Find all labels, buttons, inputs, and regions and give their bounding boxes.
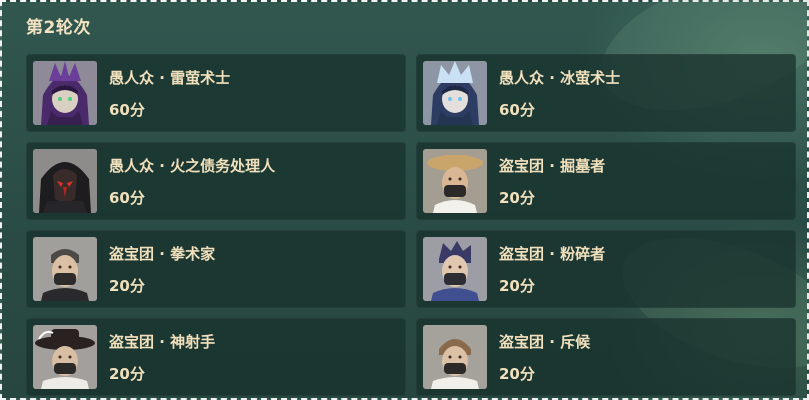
electro-cicin-mage-portrait xyxy=(33,61,97,125)
enemy-score: 20分 xyxy=(499,365,535,383)
enemy-score: 60分 xyxy=(109,101,145,119)
enemy-card[interactable]: 盗宝团 · 拳术家 20分 xyxy=(26,230,406,308)
enemy-card[interactable]: 盗宝团 · 神射手 20分 xyxy=(26,318,406,396)
enemy-name: 盗宝团 · 神射手 xyxy=(109,333,216,351)
pugilist-portrait xyxy=(33,237,97,301)
round-title: 第2轮次 xyxy=(26,18,91,38)
enemy-score: 60分 xyxy=(109,189,145,207)
enemy-name: 愚人众 · 雷萤术士 xyxy=(109,69,231,87)
enemy-name: 盗宝团 · 斥候 xyxy=(499,333,591,351)
round-panel: 第2轮次 愚人众 · 雷萤术士 60分 愚人众 · 冰萤术士 60分 愚人众 ·… xyxy=(0,0,809,400)
enemy-score: 20分 xyxy=(109,365,145,383)
cryo-cicin-mage-portrait xyxy=(423,61,487,125)
enemy-card[interactable]: 盗宝团 · 掘墓者 20分 xyxy=(416,142,796,220)
crusher-portrait xyxy=(423,237,487,301)
enemy-card[interactable]: 盗宝团 · 粉碎者 20分 xyxy=(416,230,796,308)
enemy-name: 愚人众 · 火之债务处理人 xyxy=(109,157,276,175)
enemy-name: 盗宝团 · 粉碎者 xyxy=(499,245,606,263)
marksman-portrait xyxy=(33,325,97,389)
enemy-score: 20分 xyxy=(499,277,535,295)
pyro-agent-portrait xyxy=(33,149,97,213)
enemy-card[interactable]: 愚人众 · 冰萤术士 60分 xyxy=(416,54,796,132)
enemy-name: 盗宝团 · 拳术家 xyxy=(109,245,216,263)
enemy-score: 60分 xyxy=(499,101,535,119)
enemy-name: 盗宝团 · 掘墓者 xyxy=(499,157,606,175)
enemy-card[interactable]: 愚人众 · 雷萤术士 60分 xyxy=(26,54,406,132)
gravedigger-portrait xyxy=(423,149,487,213)
enemy-card[interactable]: 盗宝团 · 斥候 20分 xyxy=(416,318,796,396)
enemy-score: 20分 xyxy=(499,189,535,207)
scout-portrait xyxy=(423,325,487,389)
enemy-score: 20分 xyxy=(109,277,145,295)
enemy-name: 愚人众 · 冰萤术士 xyxy=(499,69,621,87)
enemy-card[interactable]: 愚人众 · 火之债务处理人 60分 xyxy=(26,142,406,220)
